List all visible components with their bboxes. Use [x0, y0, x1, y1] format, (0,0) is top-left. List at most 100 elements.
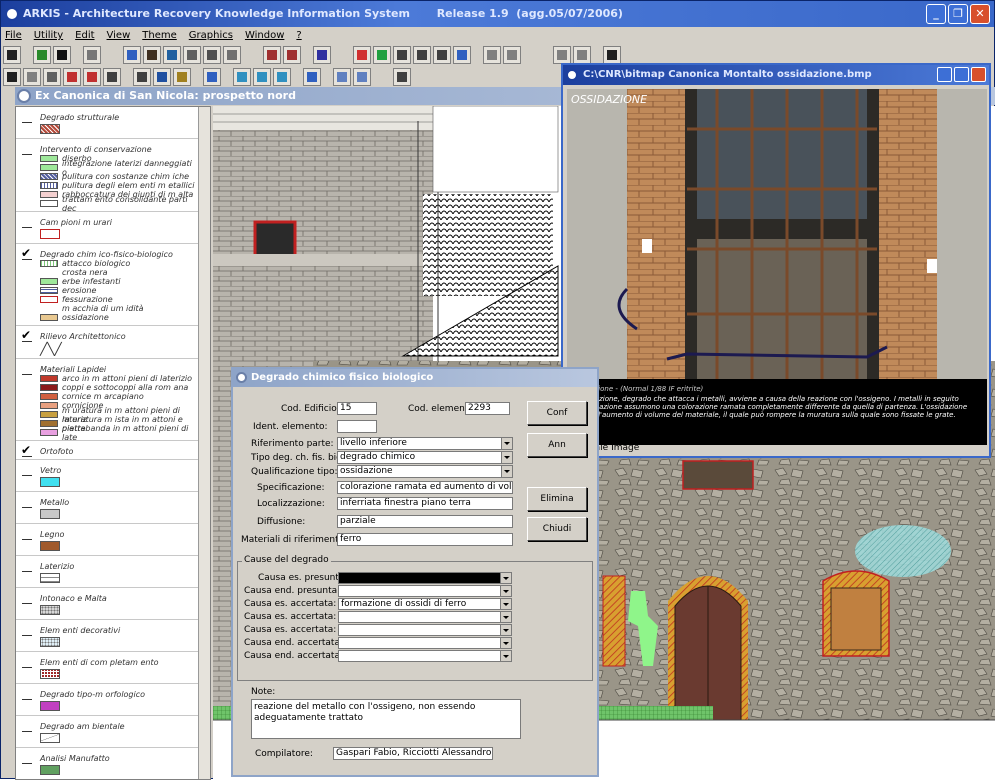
edit2-icon[interactable]	[413, 46, 431, 64]
layer-visibility-checkbox[interactable]	[22, 626, 32, 636]
dialog-title-bar[interactable]: Degrado chimico fisico biologico	[233, 369, 597, 387]
layer-visibility-checkbox[interactable]	[22, 658, 32, 668]
layer-group-name[interactable]: Analisi Manufatto	[40, 754, 198, 763]
legend-item[interactable]	[40, 571, 198, 584]
localizzazione-field[interactable]: inferriata finestra piano terra	[337, 497, 513, 510]
properties-icon[interactable]	[433, 46, 451, 64]
cause-select[interactable]	[338, 611, 512, 623]
pan-icon[interactable]	[103, 68, 121, 86]
layer-group-name[interactable]: Elem enti di com pletam ento	[40, 658, 198, 667]
layer-group-name[interactable]: Vetro	[40, 466, 198, 475]
layer-group-name[interactable]: Degrado tipo-m orfologico	[40, 690, 198, 699]
back-icon[interactable]	[453, 46, 471, 64]
edit-icon[interactable]	[393, 46, 411, 64]
layer-group-name[interactable]: Cam pioni m urari	[40, 218, 198, 227]
legend-item[interactable]	[40, 507, 198, 520]
cod-edificio-field[interactable]: 15	[337, 402, 377, 415]
layer-visibility-checkbox[interactable]	[22, 365, 32, 375]
legend-item[interactable]: cornice m arcapiano	[40, 392, 198, 401]
ident-elemento-field[interactable]	[337, 420, 377, 433]
elimina-button[interactable]: Elimina	[527, 487, 587, 511]
image-icon[interactable]	[233, 68, 251, 86]
layer-visibility-checkbox[interactable]	[22, 466, 32, 476]
legend-item[interactable]: pulitura degli elem enti m etallici	[40, 181, 198, 190]
select-icon[interactable]	[23, 68, 41, 86]
pointer-icon[interactable]	[3, 68, 21, 86]
app-title-bar[interactable]: ARKIS - Architecture Recovery Knowledge …	[1, 1, 994, 27]
red-layer-icon[interactable]	[353, 46, 371, 64]
link-icon[interactable]	[393, 68, 411, 86]
help-pointer-icon[interactable]	[603, 46, 621, 64]
menu-edit[interactable]: Edit	[75, 28, 94, 44]
materiali-field[interactable]: ferro	[337, 533, 513, 546]
legend-item[interactable]: trattam ento consolidante parti dec	[40, 195, 198, 213]
annulla-button[interactable]: Ann	[527, 433, 587, 457]
globe-icon[interactable]	[163, 46, 181, 64]
legend-item[interactable]	[40, 731, 198, 744]
close-button[interactable]: ✕	[970, 4, 990, 24]
layer-visibility-checkbox[interactable]	[22, 722, 32, 732]
save-icon[interactable]	[3, 46, 21, 64]
layers-icon[interactable]	[133, 68, 151, 86]
pencil-icon[interactable]	[173, 68, 191, 86]
legend-item[interactable]	[40, 667, 198, 680]
legend-item[interactable]	[40, 699, 198, 712]
binoculars-icon[interactable]	[143, 46, 161, 64]
add-icon[interactable]	[33, 46, 51, 64]
legend-item[interactable]: arco in m attoni pieni di laterizio	[40, 374, 198, 383]
layer-group-name[interactable]: Legno	[40, 530, 198, 539]
layer-group-name[interactable]: Materiali Lapidei	[40, 365, 198, 374]
image-viewer-title-bar[interactable]: C:\CNR\bitmap Canonica Montalto ossidazi…	[563, 65, 989, 85]
legend-item[interactable]: crosta nera	[40, 268, 198, 277]
grid-icon[interactable]	[83, 46, 101, 64]
layer-group-name[interactable]: Intervento di conservazione	[40, 145, 198, 154]
layer-group-name[interactable]: Ortofoto	[40, 447, 198, 456]
legend-item[interactable]	[40, 603, 198, 616]
legend-item[interactable]: integrazione laterizi danneggiati o	[40, 159, 198, 177]
menu-view[interactable]: View	[107, 28, 131, 44]
legend-item[interactable]: attacco biologico	[40, 259, 198, 268]
menu-help[interactable]: ?	[296, 28, 301, 44]
cause-select[interactable]	[338, 650, 512, 662]
menu-graphics[interactable]: Graphics	[189, 28, 233, 44]
zoom-out-icon[interactable]	[83, 68, 101, 86]
qualificazione-tipo-select[interactable]: ossidazione	[337, 465, 513, 478]
chiudi-button[interactable]: Chiudi	[527, 517, 587, 541]
import-icon[interactable]	[303, 68, 321, 86]
dropdown-arrow-icon[interactable]	[501, 466, 512, 477]
check-icon[interactable]	[263, 46, 281, 64]
layer-visibility-checkbox[interactable]	[21, 328, 32, 342]
layer-group-name[interactable]: Laterizio	[40, 562, 198, 571]
cod-elemento-field[interactable]: 2293	[465, 402, 510, 415]
print-icon[interactable]	[203, 68, 221, 86]
layer-visibility-checkbox[interactable]	[22, 690, 32, 700]
text-icon[interactable]	[123, 46, 141, 64]
cause-select[interactable]	[338, 585, 512, 597]
legend-item[interactable]	[40, 635, 198, 648]
layer-visibility-checkbox[interactable]	[22, 754, 32, 764]
layer-visibility-checkbox[interactable]	[21, 443, 32, 457]
list-icon[interactable]	[223, 46, 241, 64]
image-maximize-button[interactable]	[954, 67, 969, 82]
image3-icon[interactable]	[273, 68, 291, 86]
uncheck-icon[interactable]	[283, 46, 301, 64]
compare-icon[interactable]	[483, 46, 501, 64]
dropdown-arrow-icon[interactable]	[500, 586, 511, 596]
legend-item[interactable]	[40, 227, 198, 240]
image-close-button[interactable]	[971, 67, 986, 82]
menu-window[interactable]: Window	[245, 28, 284, 44]
table-icon[interactable]	[203, 46, 221, 64]
layer-visibility-checkbox[interactable]	[22, 530, 32, 540]
conferma-button[interactable]: Conf	[527, 401, 587, 425]
cause-select[interactable]	[338, 637, 512, 649]
legend-scrollbar[interactable]	[198, 107, 210, 779]
legend-item[interactable]	[40, 475, 198, 488]
delete-icon[interactable]	[53, 46, 71, 64]
legend-item[interactable]: m acchia di um idità	[40, 304, 198, 313]
layer-visibility-checkbox[interactable]	[22, 562, 32, 572]
info-icon[interactable]	[153, 68, 171, 86]
menu-theme[interactable]: Theme	[142, 28, 177, 44]
layer-group-name[interactable]: Degrado am bientale	[40, 722, 198, 731]
zoom-window-icon[interactable]	[43, 68, 61, 86]
dropdown-arrow-icon[interactable]	[500, 573, 511, 583]
